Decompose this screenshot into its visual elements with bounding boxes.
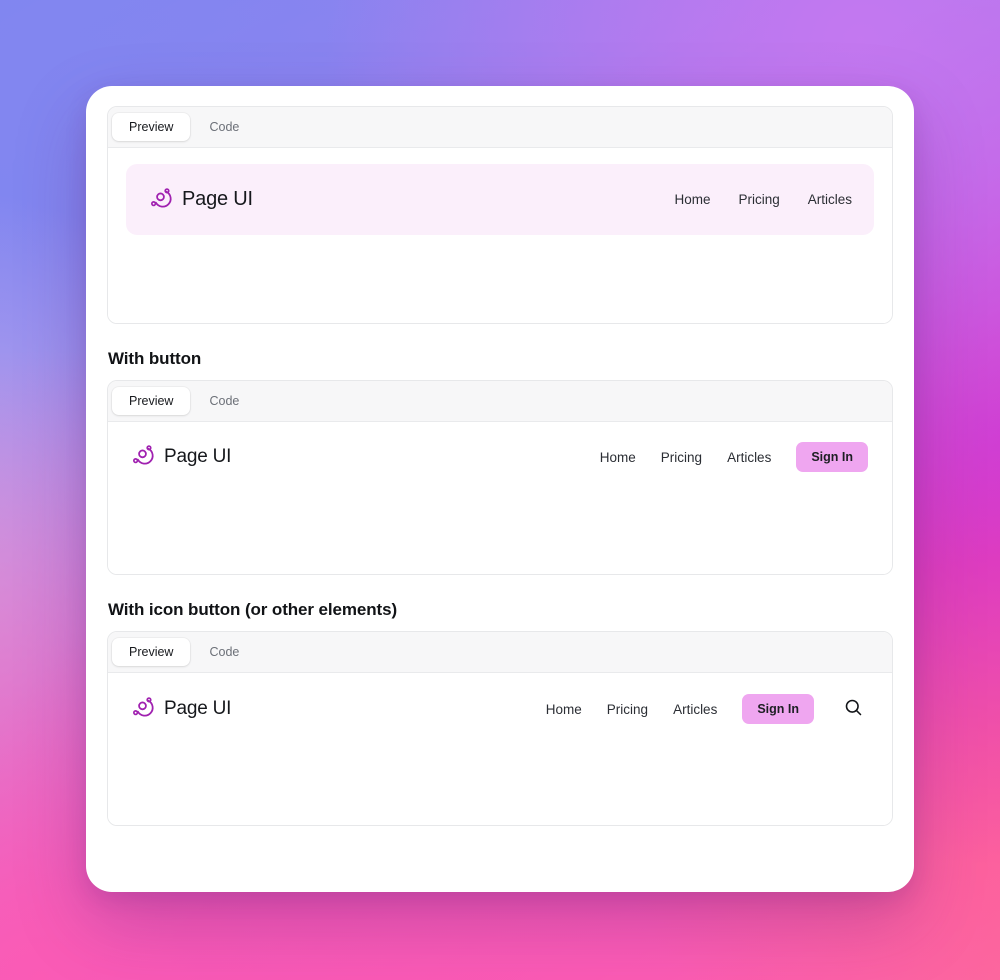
brand[interactable]: Page UI: [130, 694, 231, 724]
sign-in-button[interactable]: Sign In: [796, 442, 868, 472]
section-heading-with-icon-button: With icon button (or other elements): [108, 600, 398, 619]
sign-in-button[interactable]: Sign In: [742, 694, 814, 724]
brand-name: Page UI: [182, 188, 253, 210]
tab-preview[interactable]: Preview: [112, 386, 191, 416]
tab-code[interactable]: Code: [192, 638, 256, 666]
search-icon-button[interactable]: [839, 693, 868, 725]
nav-links: Home Pricing Articles Sign In: [600, 442, 868, 472]
preview-body: Page UI Home Pricing Articles Sign In: [108, 422, 892, 574]
nav-link-articles[interactable]: Articles: [808, 192, 852, 207]
content-card: Preview Code Page UI Home Pricing Articl…: [86, 86, 914, 892]
orbit-logo-icon: [130, 694, 155, 724]
nav-link-articles[interactable]: Articles: [673, 702, 717, 717]
nav-link-home[interactable]: Home: [674, 192, 710, 207]
preview-body: Page UI Home Pricing Articles Sign In: [108, 673, 892, 825]
nav-link-home[interactable]: Home: [600, 450, 636, 465]
tabbar: Preview Code: [108, 107, 892, 148]
nav-link-home[interactable]: Home: [546, 702, 582, 717]
example-panel-with-button: Preview Code Page UI Home Pricing Articl…: [107, 380, 893, 575]
example-panel-basic: Preview Code Page UI Home Pricing Articl…: [107, 106, 893, 324]
orbit-logo-icon: [148, 185, 173, 215]
search-icon: [843, 697, 864, 721]
nav-link-pricing[interactable]: Pricing: [738, 192, 779, 207]
brand-name: Page UI: [164, 446, 232, 467]
tab-code[interactable]: Code: [192, 113, 256, 141]
nav-links: Home Pricing Articles Sign In: [546, 693, 868, 725]
orbit-logo-icon: [130, 442, 155, 472]
tab-preview[interactable]: Preview: [112, 637, 191, 667]
navbar: Page UI Home Pricing Articles: [126, 164, 874, 235]
example-panel-with-icon-button: Preview Code Page UI Home Pricing Articl…: [107, 631, 893, 826]
section-heading-with-button: With button: [108, 349, 202, 368]
tabbar: Preview Code: [108, 381, 892, 422]
brand[interactable]: Page UI: [148, 185, 253, 215]
nav-link-pricing[interactable]: Pricing: [661, 450, 702, 465]
nav-links: Home Pricing Articles: [674, 192, 852, 207]
navbar: Page UI Home Pricing Articles Sign In: [130, 693, 868, 725]
tab-preview[interactable]: Preview: [112, 112, 191, 142]
tabbar: Preview Code: [108, 632, 892, 673]
navbar: Page UI Home Pricing Articles Sign In: [130, 442, 868, 472]
preview-body: Page UI Home Pricing Articles: [108, 148, 892, 323]
tab-code[interactable]: Code: [192, 387, 256, 415]
nav-link-pricing[interactable]: Pricing: [607, 702, 648, 717]
brand[interactable]: Page UI: [130, 442, 231, 472]
brand-name: Page UI: [164, 698, 232, 719]
nav-link-articles[interactable]: Articles: [727, 450, 771, 465]
